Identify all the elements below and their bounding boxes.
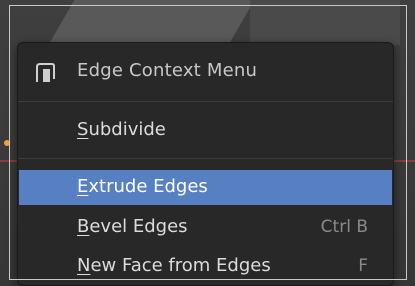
menu-item-shortcut: F	[358, 256, 368, 276]
menu-item-subdivide[interactable]: Subdivide	[19, 113, 392, 148]
menu-title: Edge Context Menu	[77, 60, 258, 81]
edge-menu-icon	[33, 61, 57, 85]
3d-viewport[interactable]: Edge Context Menu Subdivide Extrude Edge…	[0, 0, 415, 286]
menu-item-label: Bevel Edges	[77, 216, 188, 237]
menu-header: Edge Context Menu	[18, 55, 393, 91]
selected-vertex	[4, 140, 10, 146]
menu-item-bevel-edges[interactable]: Bevel Edges Ctrl B	[19, 210, 392, 245]
mesh-face	[250, 0, 400, 45]
menu-separator	[18, 158, 393, 159]
edge-context-menu: Edge Context Menu Subdivide Extrude Edge…	[17, 42, 394, 286]
menu-separator	[18, 101, 393, 102]
menu-item-label: Extrude Edges	[77, 176, 208, 197]
menu-item-label: Subdivide	[77, 119, 166, 140]
menu-item-shortcut: Ctrl B	[320, 217, 368, 237]
menu-item-extrude-edges[interactable]: Extrude Edges	[19, 170, 392, 205]
menu-item-label: New Face from Edges	[77, 255, 271, 276]
menu-item-new-face-from-edges[interactable]: New Face from Edges F	[19, 249, 392, 284]
